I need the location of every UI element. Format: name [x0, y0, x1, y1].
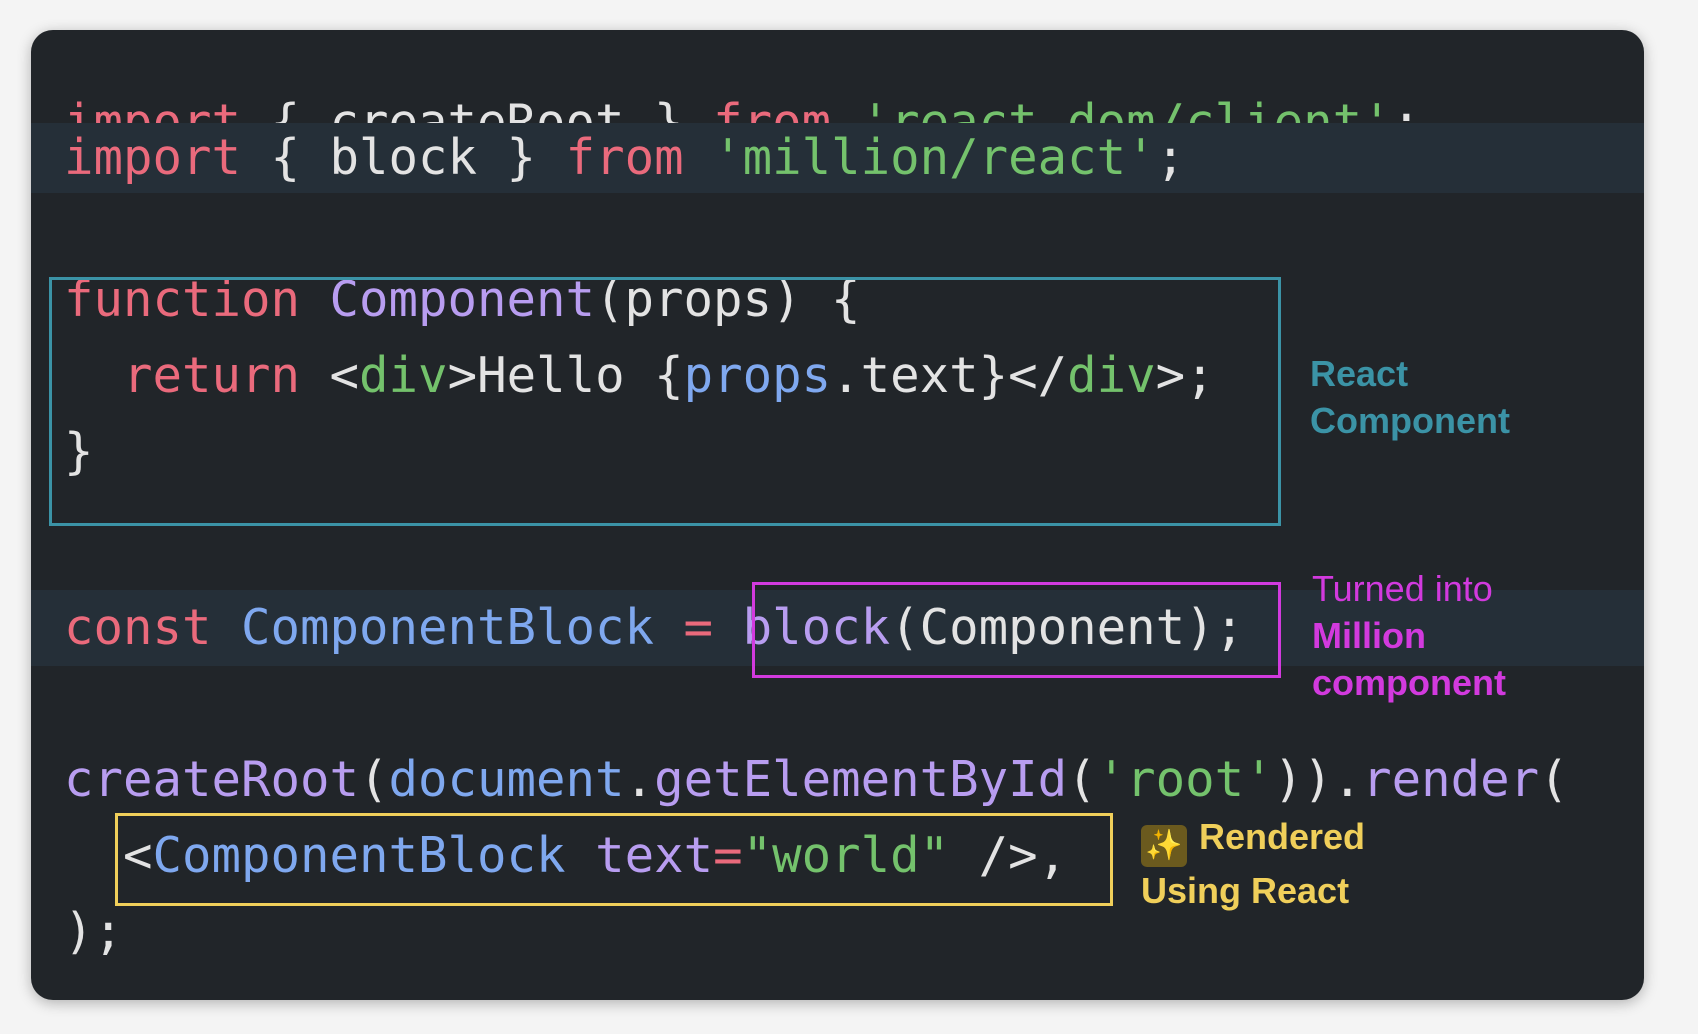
- code-line-9: );: [31, 894, 1644, 970]
- punctuation: }: [477, 129, 566, 186]
- jsx-component: ComponentBlock: [152, 827, 566, 884]
- keyword-import: import: [64, 129, 242, 186]
- keyword-return: return: [123, 347, 301, 404]
- code-line-2: import { block } from 'million/react';: [31, 123, 1644, 193]
- function-params: (props) {: [595, 271, 861, 328]
- code-line-8: <ComponentBlock text="world" />,: [31, 818, 1644, 894]
- semicolon: ;: [1155, 129, 1186, 186]
- annotation-line: Component: [1310, 400, 1510, 441]
- annotation-line: Million: [1312, 615, 1426, 656]
- paren: (: [1539, 751, 1569, 808]
- jsx-self-close: />,: [949, 827, 1068, 884]
- sparkles-icon: ✨: [1141, 825, 1187, 867]
- assignment-operator: =: [654, 599, 743, 656]
- keyword-function: function: [64, 271, 301, 328]
- paren: (: [1067, 751, 1097, 808]
- props-variable: props: [683, 347, 832, 404]
- annotation-line: React: [1310, 353, 1409, 394]
- annotation-line: Rendered: [1199, 816, 1366, 857]
- jsx-bracket: <: [300, 347, 360, 404]
- block-args: (Component);: [890, 599, 1245, 656]
- annotation-line: Using React: [1141, 870, 1350, 911]
- const-name: ComponentBlock: [241, 599, 655, 656]
- jsx-text: >Hello {: [447, 347, 684, 404]
- annotation-line: component: [1312, 662, 1506, 703]
- jsx-equals: =: [713, 827, 743, 884]
- getElementById-method: getElementById: [654, 751, 1068, 808]
- document-object: document: [388, 751, 625, 808]
- paren: (: [359, 751, 389, 808]
- jsx-bracket: <: [123, 827, 153, 884]
- keyword-const: const: [64, 599, 212, 656]
- jsx-attribute: text: [595, 827, 714, 884]
- million-component-annotation: Turned into Million component: [1312, 565, 1506, 706]
- jsx-tag-close: div: [1067, 347, 1156, 404]
- paren-close: )).: [1273, 751, 1363, 808]
- function-name: Component: [329, 271, 596, 328]
- module-string: 'million/react': [713, 129, 1156, 186]
- react-component-annotation: React Component: [1310, 350, 1510, 444]
- identifier-block: block: [329, 129, 478, 186]
- root-string: 'root': [1096, 751, 1274, 808]
- punctuation: {: [241, 129, 330, 186]
- render-method: render: [1362, 751, 1540, 808]
- code-line-3: function Component(props) {: [31, 262, 1644, 338]
- closing-paren: );: [64, 903, 124, 960]
- jsx-expression-end: .text}</: [831, 347, 1068, 404]
- jsx-end: >;: [1155, 347, 1215, 404]
- annotation-line: Turned into: [1312, 568, 1493, 609]
- code-line-7: createRoot(document.getElementById('root…: [31, 742, 1644, 818]
- block-call: block: [742, 599, 891, 656]
- keyword-from: from: [565, 129, 684, 186]
- closing-brace: }: [64, 423, 94, 480]
- createRoot-call: createRoot: [64, 751, 360, 808]
- code-snippet-card: import { createRoot } from 'react-dom/cl…: [31, 30, 1644, 1000]
- jsx-attribute-value: "world": [742, 827, 950, 884]
- rendered-using-react-annotation: ✨ Rendered Using React: [1141, 813, 1365, 914]
- jsx-tag-open: div: [359, 347, 448, 404]
- dot: .: [624, 751, 655, 808]
